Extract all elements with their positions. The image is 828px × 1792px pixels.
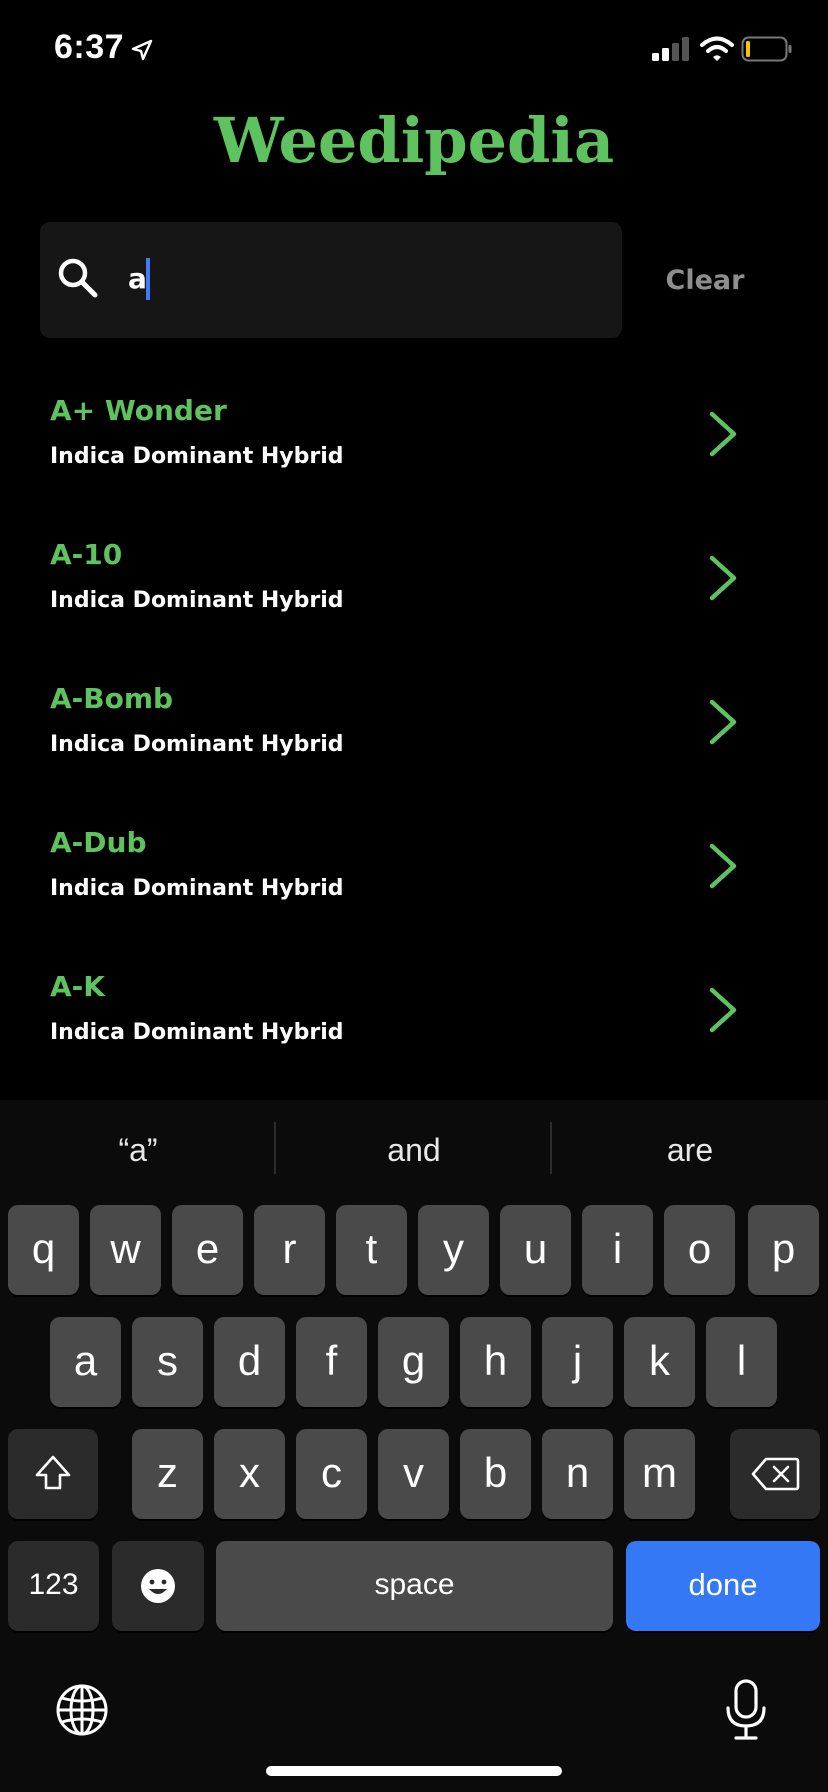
key-p[interactable]: p	[748, 1205, 819, 1295]
numbers-key[interactable]: 123	[8, 1541, 99, 1631]
text-caret	[146, 258, 150, 300]
app-title: Weedipedia	[213, 104, 615, 177]
key-n[interactable]: n	[542, 1429, 613, 1519]
status-time: 6:37	[54, 28, 125, 66]
key-l[interactable]: l	[706, 1317, 777, 1407]
suggestion-item[interactable]: “a”	[0, 1120, 276, 1180]
keyboard: “a” and are q w e r t y u i o p a s d f …	[0, 1100, 828, 1792]
home-indicator[interactable]	[266, 1766, 562, 1776]
delete-icon	[751, 1457, 800, 1491]
key-r[interactable]: r	[254, 1205, 325, 1295]
key-k[interactable]: k	[624, 1317, 695, 1407]
done-key[interactable]: done	[626, 1541, 820, 1631]
strain-name: A-K	[50, 970, 105, 1003]
search-input[interactable]: a	[128, 262, 147, 295]
key-z[interactable]: z	[132, 1429, 203, 1519]
wifi-icon	[700, 36, 734, 61]
space-key[interactable]: space	[216, 1541, 613, 1631]
emoji-icon	[141, 1569, 175, 1603]
list-item[interactable]: A-K Indica Dominant Hybrid	[0, 948, 828, 1092]
emoji-key[interactable]	[112, 1541, 204, 1631]
list-item[interactable]: A+ Wonder Indica Dominant Hybrid	[0, 372, 828, 516]
key-a[interactable]: a	[50, 1317, 121, 1407]
list-item[interactable]: A-Bomb Indica Dominant Hybrid	[0, 660, 828, 804]
key-j[interactable]: j	[542, 1317, 613, 1407]
key-i[interactable]: i	[582, 1205, 653, 1295]
key-g[interactable]: g	[378, 1317, 449, 1407]
shift-key[interactable]	[8, 1429, 98, 1519]
chevron-right-icon	[709, 555, 737, 601]
key-t[interactable]: t	[336, 1205, 407, 1295]
key-q[interactable]: q	[8, 1205, 79, 1295]
strain-list: A+ Wonder Indica Dominant Hybrid A-10 In…	[0, 372, 828, 1092]
key-s[interactable]: s	[132, 1317, 203, 1407]
strain-name: A-Dub	[50, 826, 147, 859]
key-v[interactable]: v	[378, 1429, 449, 1519]
search-box[interactable]: a	[40, 222, 622, 338]
globe-icon[interactable]	[54, 1682, 110, 1738]
list-item[interactable]: A-Dub Indica Dominant Hybrid	[0, 804, 828, 948]
strain-type: Indica Dominant Hybrid	[50, 588, 344, 613]
key-e[interactable]: e	[172, 1205, 243, 1295]
strain-type: Indica Dominant Hybrid	[50, 1020, 344, 1045]
strain-name: A+ Wonder	[50, 394, 227, 427]
chevron-right-icon	[709, 843, 737, 889]
key-u[interactable]: u	[500, 1205, 571, 1295]
key-b[interactable]: b	[460, 1429, 531, 1519]
suggestion-item[interactable]: are	[552, 1120, 828, 1180]
strain-type: Indica Dominant Hybrid	[50, 876, 344, 901]
key-m[interactable]: m	[624, 1429, 695, 1519]
shift-icon	[35, 1455, 71, 1490]
location-arrow-icon	[131, 39, 153, 61]
key-o[interactable]: o	[664, 1205, 735, 1295]
key-c[interactable]: c	[296, 1429, 367, 1519]
key-h[interactable]: h	[460, 1317, 531, 1407]
key-y[interactable]: y	[418, 1205, 489, 1295]
key-w[interactable]: w	[90, 1205, 161, 1295]
strain-name: A-10	[50, 538, 123, 571]
strain-type: Indica Dominant Hybrid	[50, 444, 344, 469]
search-icon	[58, 258, 98, 298]
key-f[interactable]: f	[296, 1317, 367, 1407]
delete-key[interactable]	[730, 1429, 820, 1519]
signal-icon	[652, 37, 689, 61]
key-d[interactable]: d	[214, 1317, 285, 1407]
chevron-right-icon	[709, 987, 737, 1033]
suggestion-item[interactable]: and	[276, 1120, 552, 1180]
strain-type: Indica Dominant Hybrid	[50, 732, 344, 757]
chevron-right-icon	[709, 699, 737, 745]
list-item[interactable]: A-10 Indica Dominant Hybrid	[0, 516, 828, 660]
suggestion-bar: “a” and are	[0, 1100, 828, 1200]
clear-button[interactable]: Clear	[640, 258, 770, 304]
battery-icon	[741, 36, 792, 62]
strain-name: A-Bomb	[50, 682, 174, 715]
key-x[interactable]: x	[214, 1429, 285, 1519]
microphone-icon[interactable]	[722, 1678, 770, 1742]
chevron-right-icon	[709, 411, 737, 457]
status-bar: 6:37	[0, 0, 828, 100]
